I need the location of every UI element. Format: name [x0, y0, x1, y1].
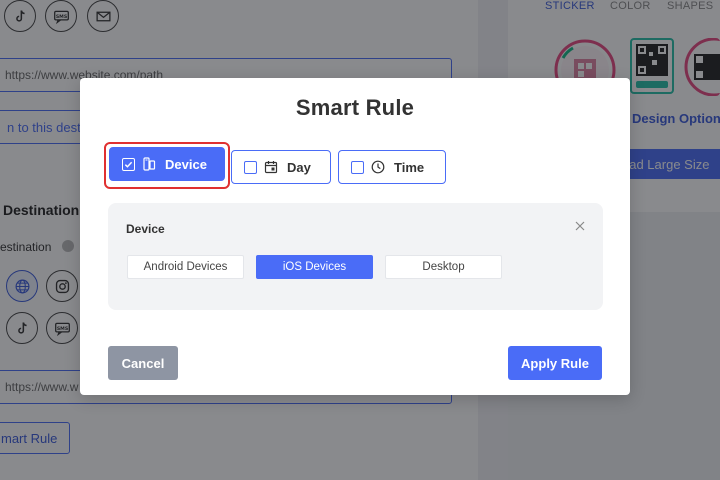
tab-time[interactable]: Time [338, 150, 446, 184]
option-android-devices[interactable]: Android Devices [127, 255, 244, 279]
day-checkbox[interactable] [244, 160, 257, 174]
device-rule-panel: Device Android Devices iOS Devices Deskt… [108, 203, 603, 310]
clock-icon [371, 160, 385, 174]
option-desktop[interactable]: Desktop [385, 255, 502, 279]
calendar-icon [264, 160, 278, 174]
cancel-button[interactable]: Cancel [108, 346, 178, 380]
tab-day[interactable]: Day [231, 150, 331, 184]
device-checkbox[interactable] [122, 157, 135, 171]
panel-title: Device [126, 222, 165, 236]
apply-rule-button[interactable]: Apply Rule [508, 346, 602, 380]
close-icon[interactable] [574, 219, 586, 231]
tab-device-label: Device [165, 156, 207, 172]
tab-day-label: Day [287, 159, 311, 175]
tab-time-label: Time [394, 159, 425, 175]
option-ios-devices[interactable]: iOS Devices [256, 255, 373, 279]
tab-device[interactable]: Device [109, 147, 225, 181]
dialog-title: Smart Rule [295, 95, 415, 120]
time-checkbox[interactable] [351, 160, 364, 174]
device-icon [142, 157, 156, 171]
